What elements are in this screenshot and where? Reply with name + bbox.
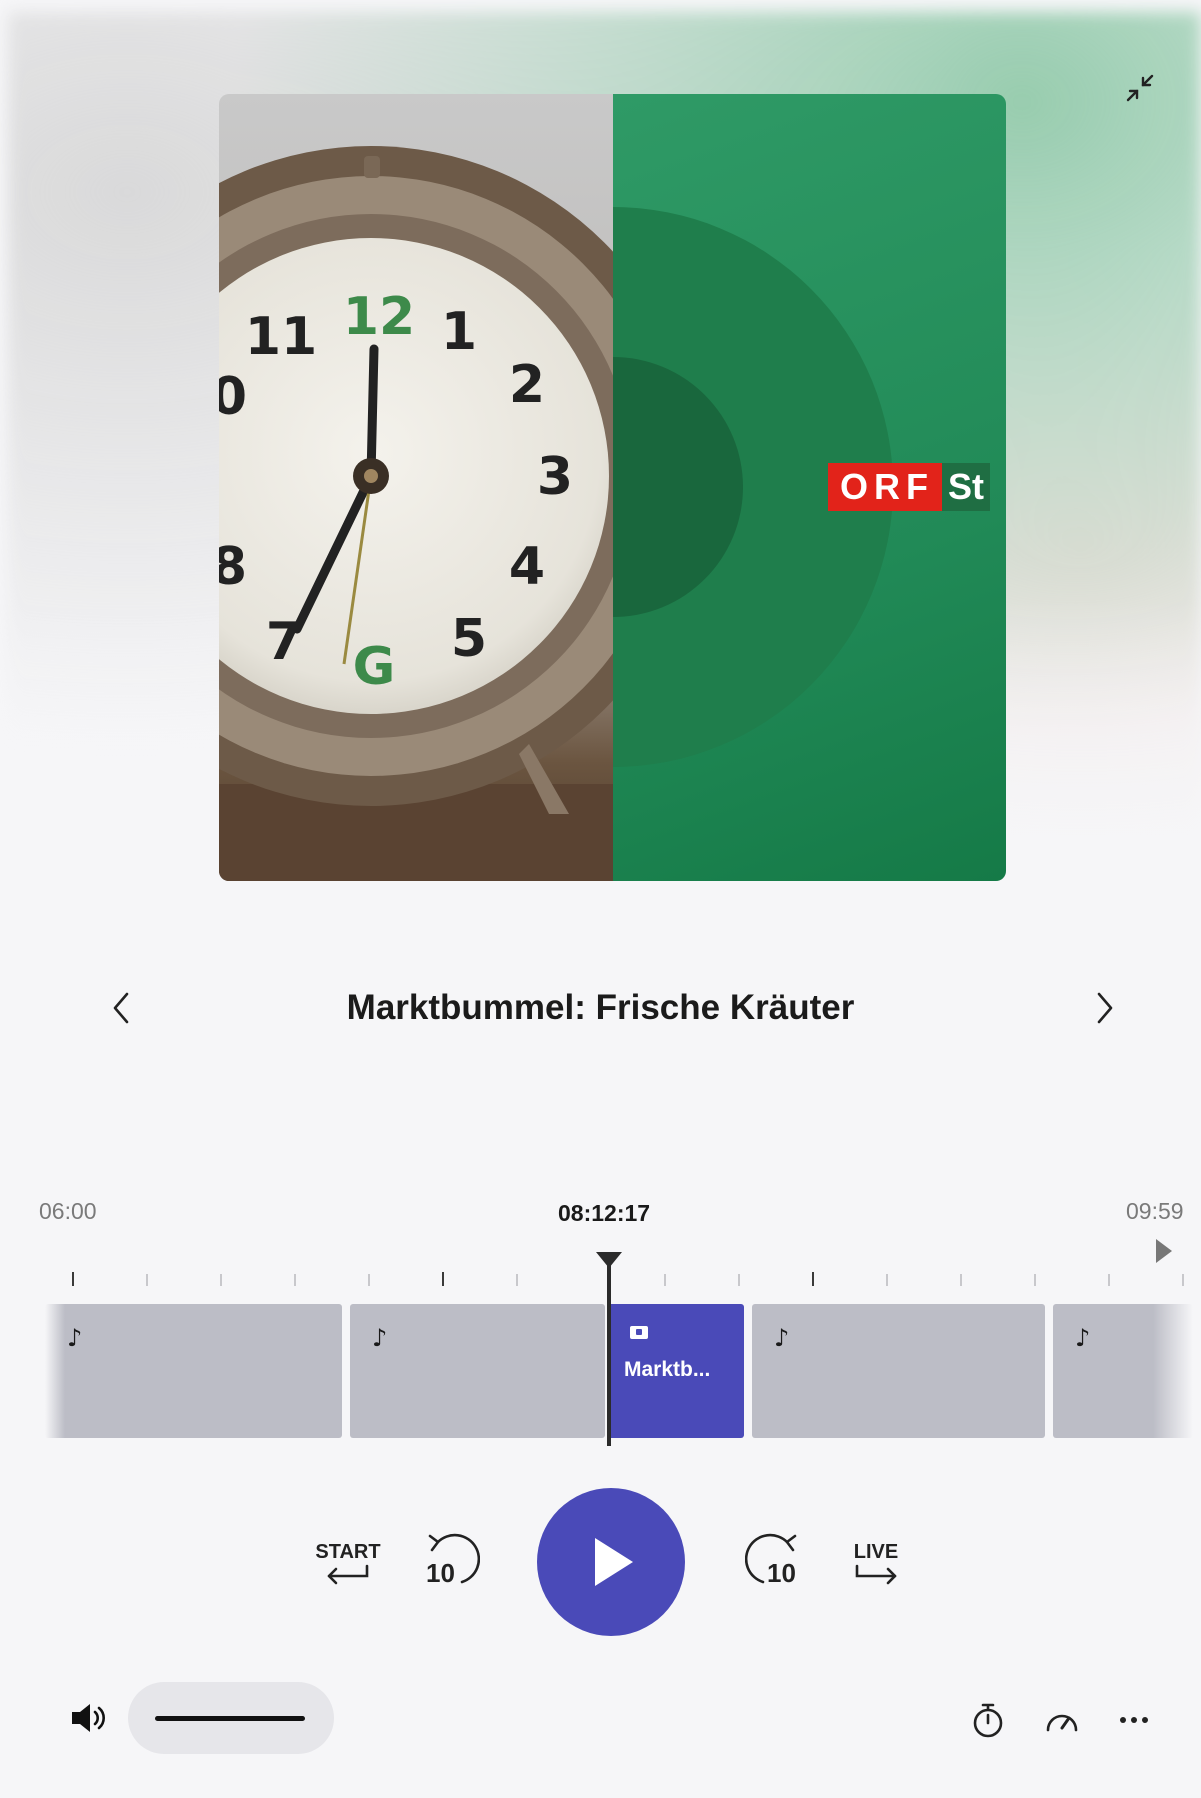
collapse-arrows-icon (1126, 74, 1154, 102)
timeline[interactable]: ♪ ♪ Marktb... ♪ ♪ (45, 1240, 1193, 1446)
volume-slider[interactable] (128, 1682, 334, 1754)
timer-icon (973, 1703, 1003, 1738)
music-note-icon: ♪ (372, 1324, 388, 1352)
next-button[interactable] (1074, 976, 1134, 1040)
timeline-tick (368, 1274, 370, 1286)
current-time: 08:12:17 (558, 1200, 651, 1226)
timeline-tick (146, 1274, 148, 1286)
music-note-icon: ♪ (67, 1324, 83, 1352)
playhead[interactable] (607, 1254, 611, 1446)
volume-level (155, 1716, 305, 1721)
alarm-clock-photo: 12 1 2 3 4 5 G 7 8 0 11 (219, 94, 613, 881)
playback-speed-button[interactable] (1040, 1698, 1084, 1742)
svg-text:8: 8 (219, 537, 247, 597)
return-arrow-icon (327, 1564, 369, 1584)
speaker-icon (72, 1704, 105, 1732)
timeline-tick (220, 1274, 222, 1286)
more-options-button[interactable] (1112, 1698, 1156, 1742)
segment-label: Marktb... (624, 1358, 711, 1381)
rewind-seconds-label: 10 (426, 1558, 455, 1588)
timeline-tick (960, 1274, 962, 1286)
timeline-tick (812, 1272, 814, 1286)
svg-text:11: 11 (245, 307, 317, 367)
rewind-10-button[interactable]: 10 (416, 1524, 480, 1596)
svg-text:1: 1 (441, 302, 477, 362)
timeline-tick (1108, 1274, 1110, 1286)
timeline-tick (294, 1274, 296, 1286)
svg-text:4: 4 (509, 537, 545, 597)
timeline-tick (1034, 1274, 1036, 1286)
tv-icon (630, 1326, 648, 1339)
svg-text:G: G (353, 637, 396, 697)
music-note-icon: ♪ (774, 1324, 790, 1352)
timeline-segment-music[interactable]: ♪ (45, 1304, 342, 1438)
live-arrow-icon (855, 1564, 897, 1584)
speedometer-icon (1046, 1714, 1078, 1732)
collapse-button[interactable] (1118, 66, 1162, 110)
logo-orf-text: ORF (828, 463, 942, 511)
timeline-fade-right (1153, 1304, 1193, 1438)
timeline-tick (664, 1274, 666, 1286)
live-label: LIVE (853, 1540, 899, 1563)
svg-text:12: 12 (343, 287, 415, 347)
start-label: START (315, 1540, 381, 1563)
chevron-right-icon (1097, 992, 1113, 1024)
more-dots-icon (1120, 1717, 1148, 1723)
timeline-start-time: 06:00 (39, 1198, 97, 1224)
svg-text:3: 3 (537, 447, 573, 507)
play-button[interactable] (537, 1488, 685, 1636)
logo-station-text: St (942, 463, 990, 511)
timeline-segment-music[interactable]: ♪ (752, 1304, 1045, 1438)
forward-seconds-label: 10 (767, 1558, 796, 1588)
timeline-segment-music[interactable]: ♪ (350, 1304, 605, 1438)
svg-text:5: 5 (451, 609, 487, 669)
timeline-fade-left (45, 1304, 65, 1438)
timeline-tick (516, 1274, 518, 1286)
svg-text:0: 0 (219, 367, 247, 427)
jump-to-start-button[interactable]: START (312, 1530, 384, 1596)
timeline-segment-show[interactable]: Marktb... (607, 1304, 744, 1438)
timeline-tick (886, 1274, 888, 1286)
sleep-timer-button[interactable] (966, 1698, 1010, 1742)
title-row: Marktbummel: Frische Kräuter (0, 976, 1201, 1040)
episode-title: Marktbummel: Frische Kräuter (346, 988, 855, 1027)
svg-text:2: 2 (509, 355, 545, 415)
timeline-tick (1182, 1274, 1184, 1286)
mute-button[interactable] (64, 1696, 112, 1740)
timeline-tick (738, 1274, 740, 1286)
music-note-icon: ♪ (1075, 1324, 1091, 1352)
timeline-end-time: 09:59 (1126, 1198, 1184, 1224)
timeline-tick (442, 1272, 444, 1286)
previous-button[interactable] (92, 976, 152, 1040)
timeline-tick (72, 1272, 74, 1286)
forward-10-button[interactable]: 10 (745, 1524, 809, 1596)
orf-logo: ORF St (828, 463, 990, 511)
chevron-left-icon (113, 992, 129, 1024)
station-brand-panel: ORF St (613, 94, 1006, 881)
cover-art: 12 1 2 3 4 5 G 7 8 0 11 ORF St (219, 94, 1006, 881)
jump-to-live-button[interactable]: LIVE (840, 1530, 912, 1596)
play-icon (595, 1538, 633, 1586)
